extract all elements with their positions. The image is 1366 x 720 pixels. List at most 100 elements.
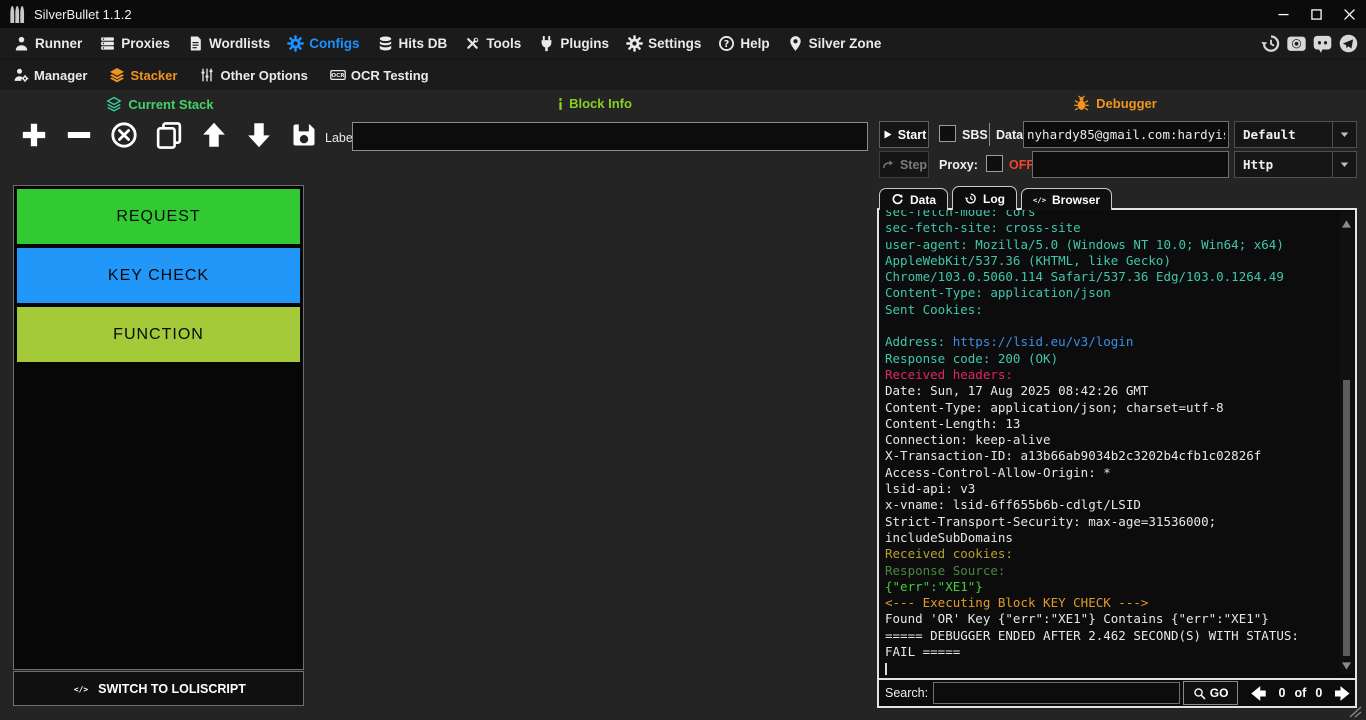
configs-submenu-bar: Manager Stacker Other Options OCR OCR Testin… xyxy=(0,59,1366,90)
menu-item-silver-zone[interactable]: Silver Zone xyxy=(787,35,882,52)
silverbullet-logo-icon xyxy=(9,5,26,24)
layers-icon xyxy=(109,67,125,83)
sbs-checkbox[interactable] xyxy=(939,125,956,142)
next-match-button[interactable] xyxy=(1330,684,1355,703)
proxy-input[interactable] xyxy=(1032,151,1229,178)
stack-toolbar xyxy=(19,120,318,150)
maximize-button[interactable] xyxy=(1300,0,1333,28)
submenu-item-stacker[interactable]: Stacker xyxy=(109,67,177,83)
tab-label: Data xyxy=(910,193,936,207)
info-icon xyxy=(558,97,563,111)
menu-item-configs[interactable]: Configs xyxy=(287,35,359,52)
submenu-item-ocr-testing[interactable]: OCR OCR Testing xyxy=(330,67,429,83)
floppy-icon xyxy=(290,121,318,149)
start-button[interactable]: Start xyxy=(879,121,929,148)
log-line: Chrome/103.0.5060.114 Safari/537.36 Edg/… xyxy=(885,269,1333,285)
separator xyxy=(989,123,990,146)
log-area: sec-fetch-mode: corssec-fetch-site: cros… xyxy=(879,210,1355,678)
search-go-button[interactable]: GO xyxy=(1183,681,1237,705)
servers-icon xyxy=(99,35,116,52)
previous-match-button[interactable] xyxy=(1246,684,1271,703)
menu-item-wordlists[interactable]: Wordlists xyxy=(187,35,270,52)
stack-block-function[interactable]: FUNCTION xyxy=(17,307,300,362)
minimize-icon xyxy=(1278,9,1289,20)
scroll-up-icon[interactable] xyxy=(1342,220,1351,228)
proxy-type-value: Http xyxy=(1243,157,1273,172)
svg-text:</>: </> xyxy=(74,685,88,694)
proxy-type-dropdown[interactable]: Http xyxy=(1234,151,1357,178)
log-line: sec-fetch-mode: cors xyxy=(885,210,1333,220)
menu-item-tools[interactable]: Tools xyxy=(464,35,521,52)
tools-icon xyxy=(464,35,481,52)
submenu-item-other-options[interactable]: Other Options xyxy=(199,67,307,83)
menu-item-runner[interactable]: Runner xyxy=(13,35,82,52)
book-icon xyxy=(187,35,204,52)
menu-item-hits-db[interactable]: Hits DB xyxy=(377,35,448,52)
gear-icon xyxy=(626,35,643,52)
stack-block-key-check[interactable]: KEY CHECK xyxy=(17,248,300,303)
log-search-bar: Search: GO 0 of 0 xyxy=(879,678,1355,706)
svg-text:?: ? xyxy=(724,39,730,50)
log-line: Address: https://lsid.eu/v3/login xyxy=(885,334,1333,350)
log-line: <--- Executing Block KEY CHECK ---> xyxy=(885,595,1333,611)
log-scrollbar[interactable] xyxy=(1340,212,1353,674)
magnifier-icon xyxy=(1193,687,1206,700)
discord-icon[interactable] xyxy=(1312,33,1333,54)
submenu-items: Manager Stacker Other Options OCR OCR Testin… xyxy=(13,67,429,83)
log-line: Date: Sun, 17 Aug 2025 08:42:26 GMT xyxy=(885,383,1333,399)
maximize-icon xyxy=(1311,9,1322,20)
proxy-checkbox[interactable] xyxy=(986,155,1003,172)
database-icon xyxy=(377,35,394,52)
telegram-icon[interactable] xyxy=(1338,33,1359,54)
debugger-header: Debugger xyxy=(950,95,1280,112)
log-line: Found 'OR' Key {"err":"XE1"} Contains {"… xyxy=(885,611,1333,627)
block-label-input[interactable] xyxy=(352,122,868,151)
move-down-button[interactable] xyxy=(244,120,273,150)
menu-item-help[interactable]: ?Help xyxy=(718,35,769,52)
play-icon xyxy=(882,129,893,140)
tab-browser[interactable]: </>Browser xyxy=(1021,188,1112,210)
debugger-output-panel: sec-fetch-mode: corssec-fetch-site: cros… xyxy=(877,208,1357,708)
search-input[interactable] xyxy=(933,682,1180,704)
log-line: Content-Type: application/json; charset=… xyxy=(885,400,1333,416)
debug-data-input[interactable] xyxy=(1023,121,1229,148)
clone-block-button[interactable] xyxy=(154,120,183,150)
stack-blocks: REQUESTKEY CHECKFUNCTION xyxy=(17,189,300,362)
scroll-down-icon[interactable] xyxy=(1342,662,1351,670)
log-cursor-line xyxy=(885,660,1333,676)
disable-block-button[interactable] xyxy=(109,120,138,150)
gear-icon xyxy=(287,35,304,52)
plug-icon xyxy=(538,35,555,52)
minimize-button[interactable] xyxy=(1267,0,1300,28)
tab-log[interactable]: Log xyxy=(952,186,1017,210)
remove-block-button[interactable] xyxy=(64,120,93,150)
submenu-item-manager[interactable]: Manager xyxy=(13,67,87,83)
current-stack-header: Current Stack xyxy=(10,96,310,112)
wordlist-type-dropdown[interactable]: Default xyxy=(1234,121,1357,148)
menu-item-label: Proxies xyxy=(121,36,170,51)
screenshot-icon[interactable] xyxy=(1286,33,1307,54)
tab-data[interactable]: Data xyxy=(879,188,948,210)
add-block-button[interactable] xyxy=(19,120,48,150)
step-button[interactable]: Step xyxy=(879,151,929,178)
history-icon[interactable] xyxy=(1260,33,1281,54)
stack-block-request[interactable]: REQUEST xyxy=(17,189,300,244)
svg-text:OCR: OCR xyxy=(331,73,345,79)
log-line xyxy=(885,318,1333,334)
scrollbar-thumb[interactable] xyxy=(1343,380,1350,656)
menu-item-settings[interactable]: Settings xyxy=(626,35,701,52)
close-button[interactable] xyxy=(1333,0,1366,28)
search-caption: Search: xyxy=(885,686,928,700)
copy-icon xyxy=(155,121,183,149)
log-content: sec-fetch-mode: corssec-fetch-site: cros… xyxy=(879,210,1355,677)
menu-item-plugins[interactable]: Plugins xyxy=(538,35,609,52)
switch-to-loliscript-button[interactable]: </> SWITCH TO LOLISCRIPT xyxy=(13,671,304,706)
save-stack-button[interactable] xyxy=(289,120,318,150)
move-up-button[interactable] xyxy=(199,120,228,150)
log-line: ===== DEBUGGER ENDED AFTER 2.462 SECOND(… xyxy=(885,628,1333,644)
submenu-item-label: OCR Testing xyxy=(351,68,429,83)
chevron-down-icon xyxy=(1338,128,1351,141)
menu-item-label: Tools xyxy=(486,36,521,51)
match-current: 0 xyxy=(1279,686,1286,700)
menu-item-proxies[interactable]: Proxies xyxy=(99,35,170,52)
